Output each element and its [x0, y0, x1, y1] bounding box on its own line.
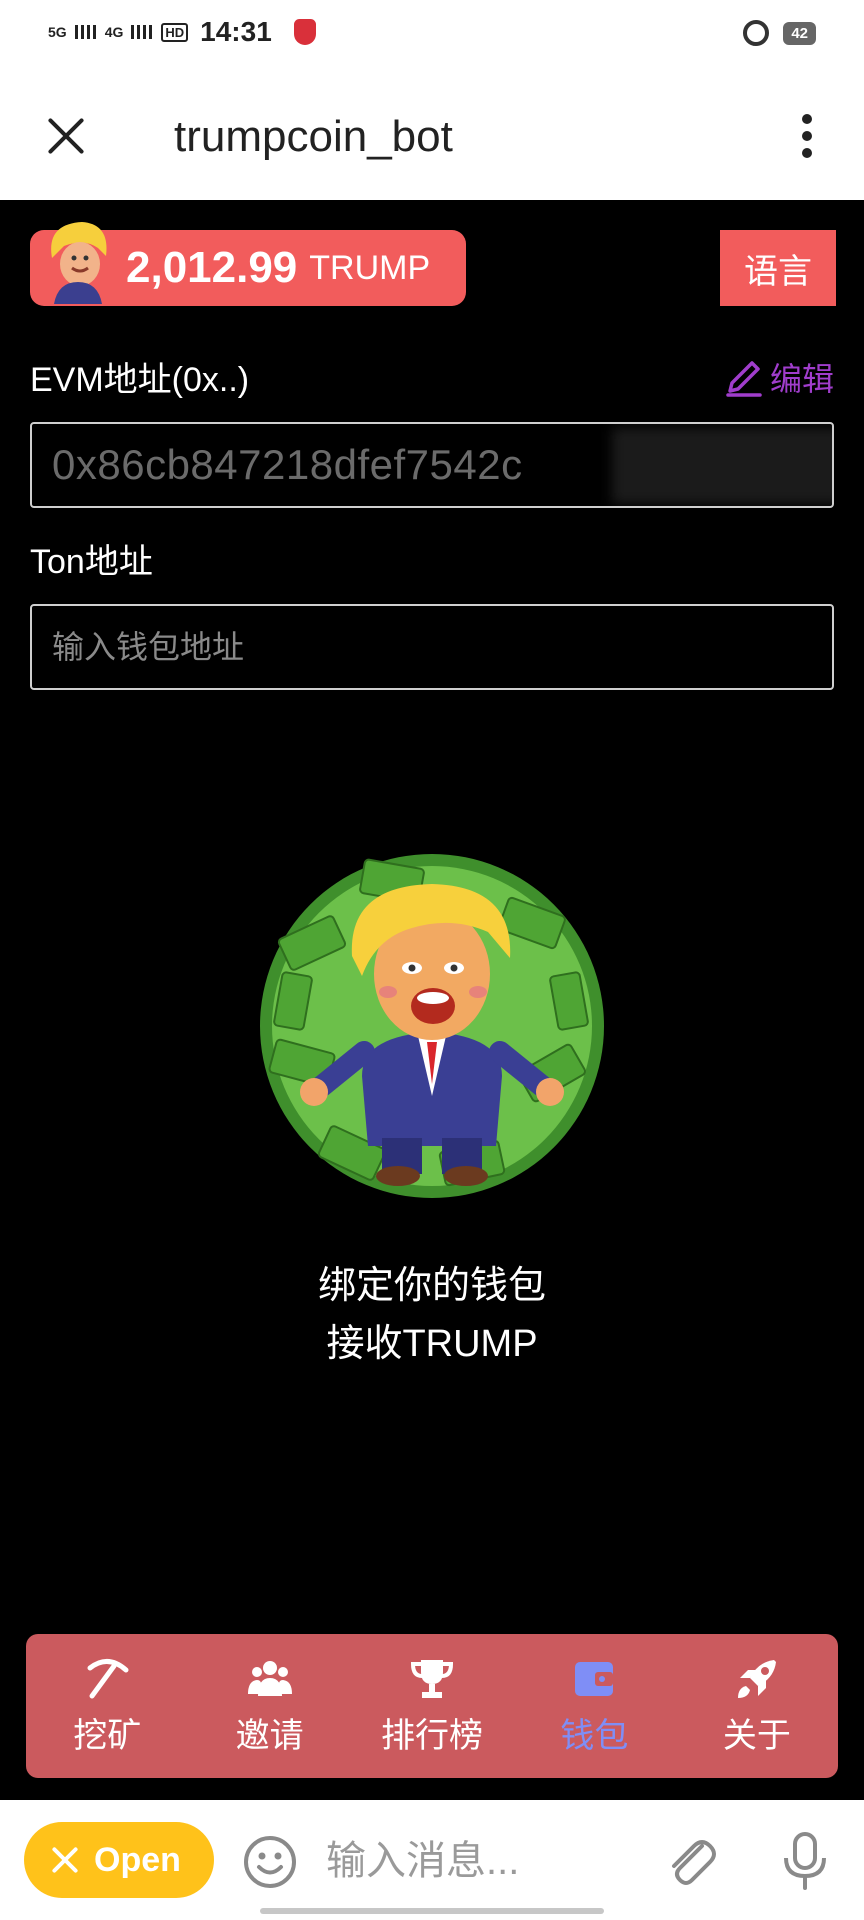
- message-input-bar: Open: [0, 1800, 864, 1920]
- ton-address-label: Ton地址: [30, 543, 153, 581]
- tab-invite-label: 邀请: [235, 1716, 304, 1755]
- attach-icon[interactable]: [662, 1832, 718, 1890]
- receive-trump-text: 接收TRUMP: [326, 1323, 538, 1365]
- ton-address-field[interactable]: [30, 604, 834, 690]
- tab-mining-label: 挖矿: [73, 1716, 142, 1755]
- tab-wallet[interactable]: 钱包: [513, 1634, 675, 1778]
- status-right: 42: [743, 20, 816, 46]
- tab-wallet-label: 钱包: [560, 1716, 629, 1755]
- balance-unit: TRUMP: [309, 248, 431, 287]
- balance-badge: 2,012.99 TRUMP: [30, 222, 466, 306]
- redaction-overlay: [612, 428, 832, 504]
- close-icon: [50, 1845, 80, 1875]
- alarm-icon: [743, 20, 770, 46]
- ton-address-input[interactable]: [52, 628, 832, 666]
- wallet-icon: [575, 1661, 614, 1696]
- users-icon: [247, 1660, 292, 1696]
- status-left: 5G 4G HD 14:31: [48, 16, 316, 48]
- tab-invite[interactable]: 邀请: [188, 1634, 350, 1778]
- trump-avatar-icon: [51, 222, 107, 304]
- tab-leaderboard-label: 排行榜: [381, 1716, 484, 1755]
- more-options-icon[interactable]: [802, 114, 812, 158]
- evm-address-field[interactable]: 0x86cb847218dfef7542c: [30, 422, 834, 508]
- chat-header: trumpcoin_bot: [0, 70, 864, 200]
- evm-address-value: 0x86cb847218dfef7542c: [52, 441, 523, 488]
- signal-bars-icon: [131, 25, 154, 39]
- pencil-icon: [726, 361, 762, 397]
- open-button[interactable]: Open: [24, 1822, 214, 1898]
- microphone-icon[interactable]: [780, 1830, 830, 1892]
- signal-5g-label: 5G: [48, 24, 67, 40]
- close-icon[interactable]: [44, 114, 88, 158]
- pickaxe-icon: [87, 1658, 129, 1698]
- hd-label: HD: [161, 22, 189, 42]
- home-indicator: [260, 1908, 604, 1914]
- evm-address-label: EVM地址(0x..): [30, 361, 250, 399]
- signal-bars-icon: [74, 25, 97, 39]
- trophy-icon: [411, 1659, 454, 1698]
- emoji-icon[interactable]: [242, 1834, 298, 1890]
- status-time: 14:31: [200, 16, 272, 47]
- tab-mining[interactable]: 挖矿: [26, 1634, 188, 1778]
- tab-leaderboard[interactable]: 排行榜: [351, 1634, 513, 1778]
- balance-amount: 2,012.99: [126, 243, 298, 292]
- trump-money-illustration: [260, 854, 604, 1198]
- open-button-label: Open: [94, 1840, 181, 1879]
- bottom-tab-bar: 挖矿 邀请 排行榜 钱包 关于: [26, 1634, 838, 1778]
- language-button[interactable]: 语言: [720, 230, 836, 306]
- tab-about-label: 关于: [722, 1716, 791, 1755]
- battery-icon: 42: [783, 21, 816, 45]
- tab-about[interactable]: 关于: [676, 1634, 838, 1778]
- notification-app-icon: [293, 19, 316, 45]
- message-input[interactable]: [326, 1830, 616, 1892]
- status-bar: 5G 4G HD 14:31 42: [0, 0, 864, 70]
- bind-wallet-text: 绑定你的钱包: [317, 1265, 546, 1307]
- edit-button[interactable]: 编辑: [724, 354, 834, 400]
- rocket-icon: [737, 1659, 776, 1698]
- edit-label: 编辑: [769, 361, 834, 397]
- page-title: trumpcoin_bot: [174, 112, 453, 161]
- signal-4g-label: 4G: [104, 24, 124, 40]
